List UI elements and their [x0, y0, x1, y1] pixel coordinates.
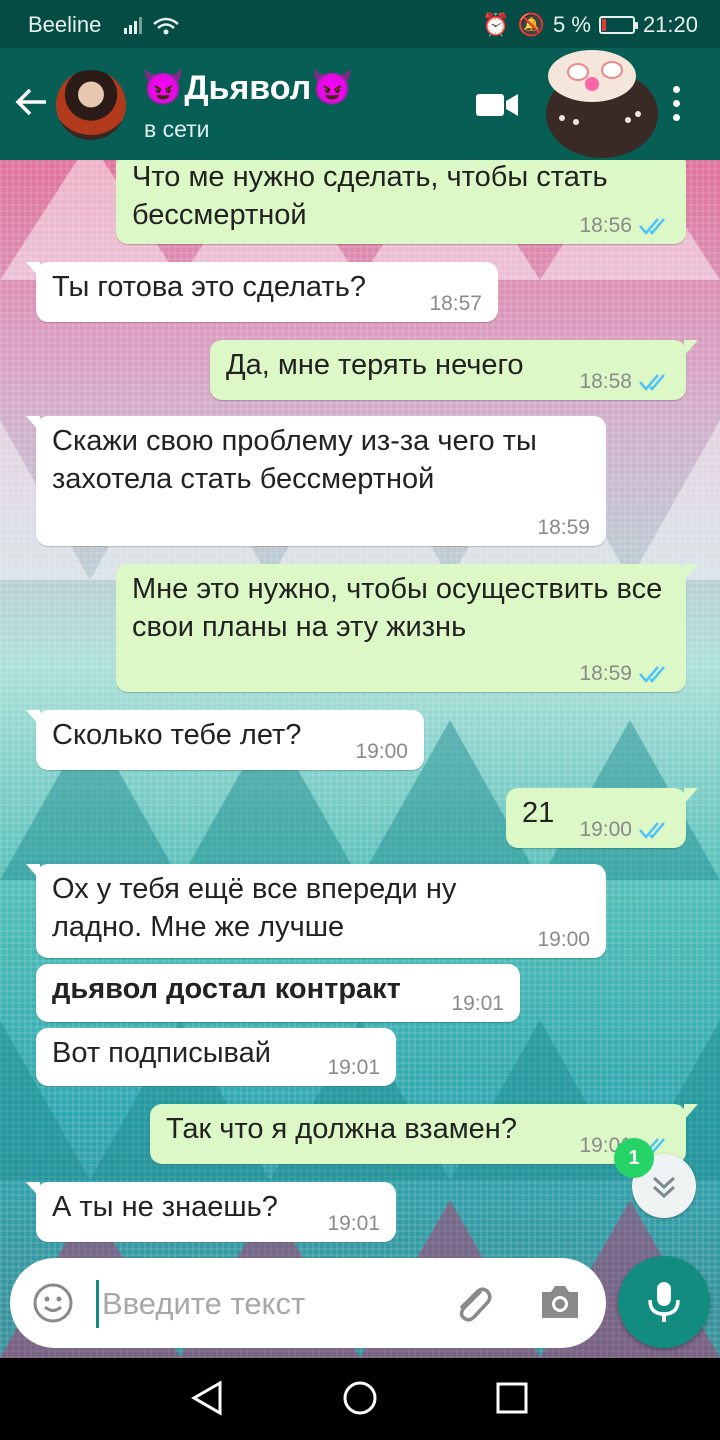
message-time: 18:58: [579, 370, 632, 393]
attach-icon[interactable]: [450, 1280, 496, 1326]
message-text: Скажи свою проблему из-за чего ты захоте…: [52, 425, 537, 495]
message-bubble-outgoing[interactable]: 21 19:00: [506, 788, 698, 848]
message-time: 18:59: [579, 662, 632, 685]
message-bubble-incoming[interactable]: Сколько тебе лет? 19:00: [26, 710, 424, 770]
message-time: 19:01: [451, 992, 504, 1015]
message-text: Вот подписывай: [52, 1037, 271, 1069]
message-time: 18:56: [579, 214, 632, 237]
contact-avatar[interactable]: [56, 70, 126, 140]
message-text: Ты готова это сделать?: [52, 271, 366, 303]
more-options-icon[interactable]: [670, 86, 682, 126]
text-cursor: [96, 1280, 99, 1328]
video-call-icon[interactable]: [476, 92, 518, 118]
chat-area[interactable]: Что ме нужно сделать, чтобы стать бессме…: [0, 160, 720, 1358]
message-bubble-incoming[interactable]: дьявол достал контракт 19:01: [36, 964, 520, 1022]
clock: 21:20: [642, 12, 698, 37]
message-bubble-outgoing[interactable]: Что ме нужно сделать, чтобы стать бессме…: [116, 160, 686, 244]
message-bubble-incoming[interactable]: Скажи свою проблему из-за чего ты захоте…: [26, 416, 606, 546]
system-navigation-bar: [0, 1358, 720, 1440]
mute-icon: 🔕: [517, 12, 546, 37]
message-bubble-incoming[interactable]: А ты не знаешь? 19:01: [26, 1182, 396, 1242]
signal-wifi-icon: [122, 14, 182, 42]
message-text: Так что я должна взамен?: [166, 1113, 517, 1145]
battery-percent: 5 %: [553, 12, 591, 37]
battery-icon: [598, 16, 638, 34]
back-arrow-icon[interactable]: [14, 84, 50, 127]
microphone-icon: [648, 1282, 680, 1322]
sticker-image: [520, 48, 660, 160]
camera-icon[interactable]: [538, 1282, 582, 1322]
message-time: 19:01: [327, 1056, 380, 1079]
message-time: 19:01: [327, 1212, 380, 1235]
message-time: 19:00: [355, 740, 408, 763]
chat-header: 😈Дьявол😈 в сети: [0, 48, 720, 160]
nav-back-icon[interactable]: [190, 1380, 224, 1416]
message-bubble-outgoing[interactable]: Да, мне терять нечего 18:58: [210, 340, 698, 400]
message-bubble-outgoing[interactable]: Так что я должна взамен? 19:01: [150, 1104, 698, 1164]
nav-home-icon[interactable]: [342, 1380, 378, 1416]
emoji-icon[interactable]: [32, 1282, 74, 1324]
read-ticks-icon: [639, 218, 665, 235]
message-time: 19:00: [579, 818, 632, 841]
read-ticks-icon: [639, 374, 665, 391]
unread-count-badge: 1: [614, 1138, 654, 1178]
message-text: Мне это нужно, чтобы осуществить все сво…: [132, 573, 663, 643]
status-bar: Beeline ⏰ 🔕 5 % 21:20: [0, 0, 720, 48]
voice-record-button[interactable]: [618, 1256, 710, 1348]
message-text: Ох у тебя ещё все впереди ну ладно. Мне …: [52, 873, 457, 943]
contact-status: в сети: [144, 116, 210, 142]
contact-name[interactable]: 😈Дьявол😈: [142, 68, 354, 108]
message-text: Да, мне терять нечего: [226, 349, 524, 381]
message-text: Сколько тебе лет?: [52, 719, 302, 751]
message-text: А ты не знаешь?: [52, 1191, 278, 1223]
read-ticks-icon: [639, 822, 665, 839]
message-bubble-incoming[interactable]: Ох у тебя ещё все впереди ну ладно. Мне …: [26, 864, 606, 958]
message-time: 18:59: [537, 516, 590, 539]
message-time: 18:57: [429, 292, 482, 315]
message-input[interactable]: [102, 1280, 442, 1328]
message-time: 19:00: [537, 928, 590, 951]
message-composer: [10, 1258, 606, 1348]
message-bubble-outgoing[interactable]: Мне это нужно, чтобы осуществить все сво…: [116, 564, 698, 692]
message-text: дьявол достал контракт: [52, 973, 401, 1005]
message-bubble-incoming[interactable]: Вот подписывай 19:01: [36, 1028, 396, 1086]
alarm-icon: ⏰: [482, 12, 510, 37]
message-text: 21: [522, 797, 555, 829]
nav-recent-apps-icon[interactable]: [496, 1382, 528, 1414]
carrier-name: Beeline: [28, 12, 102, 37]
read-ticks-icon: [639, 666, 665, 683]
message-bubble-incoming[interactable]: Ты готова это сделать? 18:57: [26, 262, 498, 322]
